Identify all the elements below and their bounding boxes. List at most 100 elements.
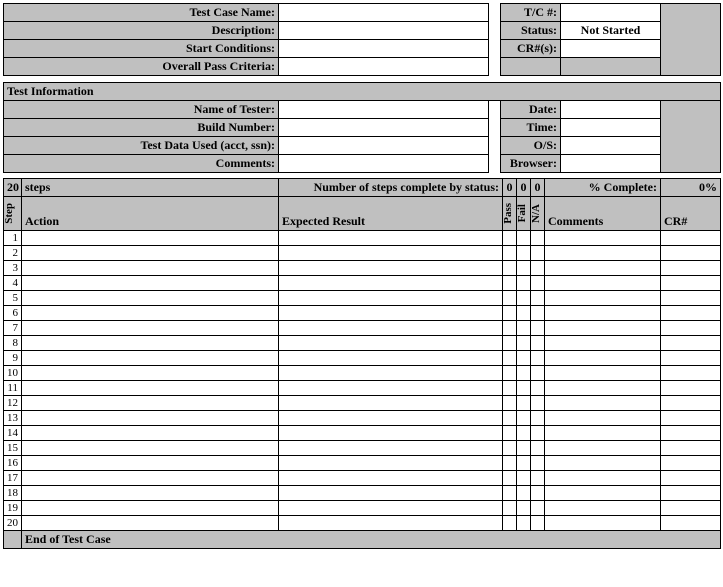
expected-cell[interactable]	[279, 396, 503, 411]
row-comments-cell[interactable]	[545, 336, 661, 351]
fail-cell[interactable]	[517, 411, 531, 426]
row-comments-cell[interactable]	[545, 381, 661, 396]
row-comments-cell[interactable]	[545, 231, 661, 246]
action-cell[interactable]	[22, 276, 279, 291]
na-cell[interactable]	[531, 471, 545, 486]
fail-cell[interactable]	[517, 351, 531, 366]
build-number-value[interactable]	[279, 118, 489, 136]
expected-cell[interactable]	[279, 441, 503, 456]
action-cell[interactable]	[22, 516, 279, 531]
cr-cell[interactable]	[661, 426, 721, 441]
pass-cell[interactable]	[503, 351, 517, 366]
fail-cell[interactable]	[517, 261, 531, 276]
row-comments-cell[interactable]	[545, 501, 661, 516]
na-cell[interactable]	[531, 486, 545, 501]
browser-value[interactable]	[561, 154, 661, 172]
fail-cell[interactable]	[517, 426, 531, 441]
action-cell[interactable]	[22, 471, 279, 486]
cr-cell[interactable]	[661, 321, 721, 336]
cr-cell[interactable]	[661, 411, 721, 426]
row-comments-cell[interactable]	[545, 246, 661, 261]
fail-cell[interactable]	[517, 291, 531, 306]
fail-cell[interactable]	[517, 471, 531, 486]
pass-cell[interactable]	[503, 426, 517, 441]
expected-cell[interactable]	[279, 276, 503, 291]
na-cell[interactable]	[531, 306, 545, 321]
pass-cell[interactable]	[503, 366, 517, 381]
cr-cell[interactable]	[661, 291, 721, 306]
pass-cell[interactable]	[503, 471, 517, 486]
cr-cell[interactable]	[661, 336, 721, 351]
action-cell[interactable]	[22, 231, 279, 246]
na-cell[interactable]	[531, 276, 545, 291]
expected-cell[interactable]	[279, 291, 503, 306]
row-comments-cell[interactable]	[545, 396, 661, 411]
row-comments-cell[interactable]	[545, 351, 661, 366]
na-cell[interactable]	[531, 321, 545, 336]
expected-cell[interactable]	[279, 516, 503, 531]
pass-cell[interactable]	[503, 411, 517, 426]
fail-cell[interactable]	[517, 246, 531, 261]
description-value[interactable]	[279, 22, 489, 40]
action-cell[interactable]	[22, 351, 279, 366]
date-value[interactable]	[561, 100, 661, 118]
na-cell[interactable]	[531, 336, 545, 351]
cr-cell[interactable]	[661, 456, 721, 471]
na-cell[interactable]	[531, 381, 545, 396]
action-cell[interactable]	[22, 366, 279, 381]
pass-cell[interactable]	[503, 336, 517, 351]
action-cell[interactable]	[22, 411, 279, 426]
action-cell[interactable]	[22, 456, 279, 471]
action-cell[interactable]	[22, 426, 279, 441]
pass-cell[interactable]	[503, 321, 517, 336]
row-comments-cell[interactable]	[545, 516, 661, 531]
na-cell[interactable]	[531, 396, 545, 411]
expected-cell[interactable]	[279, 306, 503, 321]
cr-cell[interactable]	[661, 441, 721, 456]
action-cell[interactable]	[22, 246, 279, 261]
row-comments-cell[interactable]	[545, 306, 661, 321]
action-cell[interactable]	[22, 396, 279, 411]
na-cell[interactable]	[531, 246, 545, 261]
expected-cell[interactable]	[279, 411, 503, 426]
action-cell[interactable]	[22, 441, 279, 456]
comments-value[interactable]	[279, 154, 489, 172]
expected-cell[interactable]	[279, 381, 503, 396]
fail-cell[interactable]	[517, 486, 531, 501]
test-case-name-value[interactable]	[279, 4, 489, 22]
pass-cell[interactable]	[503, 291, 517, 306]
row-comments-cell[interactable]	[545, 441, 661, 456]
cr-cell[interactable]	[661, 246, 721, 261]
expected-cell[interactable]	[279, 486, 503, 501]
fail-cell[interactable]	[517, 456, 531, 471]
row-comments-cell[interactable]	[545, 291, 661, 306]
cr-cell[interactable]	[661, 306, 721, 321]
expected-cell[interactable]	[279, 246, 503, 261]
fail-cell[interactable]	[517, 501, 531, 516]
expected-cell[interactable]	[279, 351, 503, 366]
time-value[interactable]	[561, 118, 661, 136]
cr-cell[interactable]	[661, 396, 721, 411]
fail-cell[interactable]	[517, 321, 531, 336]
fail-cell[interactable]	[517, 441, 531, 456]
na-cell[interactable]	[531, 351, 545, 366]
pass-cell[interactable]	[503, 516, 517, 531]
overall-pass-value[interactable]	[279, 58, 489, 76]
pass-cell[interactable]	[503, 441, 517, 456]
expected-cell[interactable]	[279, 231, 503, 246]
test-data-used-value[interactable]	[279, 136, 489, 154]
row-comments-cell[interactable]	[545, 471, 661, 486]
cr-cell[interactable]	[661, 516, 721, 531]
action-cell[interactable]	[22, 321, 279, 336]
name-of-tester-value[interactable]	[279, 100, 489, 118]
action-cell[interactable]	[22, 291, 279, 306]
cr-cell[interactable]	[661, 381, 721, 396]
action-cell[interactable]	[22, 261, 279, 276]
action-cell[interactable]	[22, 486, 279, 501]
na-cell[interactable]	[531, 231, 545, 246]
row-comments-cell[interactable]	[545, 261, 661, 276]
na-cell[interactable]	[531, 411, 545, 426]
action-cell[interactable]	[22, 336, 279, 351]
fail-cell[interactable]	[517, 396, 531, 411]
pass-cell[interactable]	[503, 501, 517, 516]
